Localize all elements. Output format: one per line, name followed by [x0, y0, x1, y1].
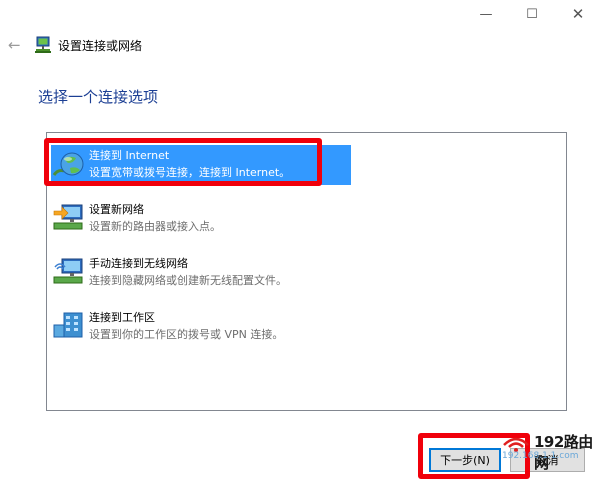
option-new-network[interactable]: 设置新网络 设置新的路由器或接入点。	[51, 199, 351, 239]
cancel-button[interactable]: 取消	[510, 448, 585, 472]
option-connect-workplace[interactable]: 连接到工作区 设置到你的工作区的拨号或 VPN 连接。	[51, 307, 351, 347]
option-title: 连接到工作区	[89, 311, 155, 324]
minimize-button[interactable]: —	[466, 0, 506, 28]
option-title: 设置新网络	[89, 203, 144, 216]
option-connect-internet[interactable]: 连接到 Internet 设置宽带或拨号连接，连接到 Internet。	[51, 145, 351, 185]
option-description: 连接到隐藏网络或创建新无线配置文件。	[89, 274, 287, 287]
option-manual-wireless[interactable]: 手动连接到无线网络 连接到隐藏网络或创建新无线配置文件。	[51, 253, 351, 293]
window-title: 设置连接或网络	[58, 39, 143, 53]
next-button[interactable]: 下一步(N)	[429, 448, 501, 472]
option-description: 设置新的路由器或接入点。	[89, 220, 221, 233]
network-setup-icon	[35, 36, 51, 53]
option-description: 设置宽带或拨号连接，连接到 Internet。	[89, 166, 291, 179]
maximize-button[interactable]: ☐	[512, 0, 552, 28]
back-arrow-icon[interactable]: ←	[8, 36, 26, 54]
wireless-network-icon	[53, 258, 83, 284]
globe-network-icon	[52, 152, 84, 176]
close-button[interactable]: ✕	[558, 0, 598, 28]
new-network-icon	[53, 204, 83, 230]
option-title: 手动连接到无线网络	[89, 257, 188, 270]
connection-options-list: 连接到 Internet 设置宽带或拨号连接，连接到 Internet。 设置新…	[46, 132, 567, 411]
option-title: 连接到 Internet	[89, 149, 170, 162]
workplace-icon	[53, 312, 83, 338]
page-heading: 选择一个连接选项	[38, 88, 159, 106]
option-description: 设置到你的工作区的拨号或 VPN 连接。	[89, 328, 284, 341]
